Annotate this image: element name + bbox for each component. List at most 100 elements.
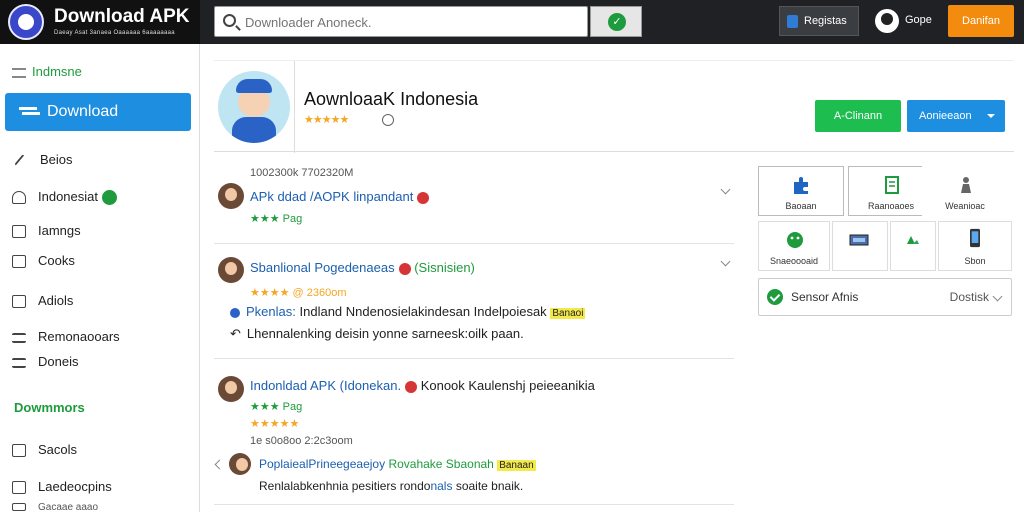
record-icon (417, 191, 430, 204)
post-title[interactable]: APk ddad /AOPK linpandant (250, 189, 430, 204)
sidebar-item-indonesiat[interactable]: Indonesiat (12, 189, 117, 206)
avatar[interactable] (218, 257, 244, 283)
search-button[interactable]: ✓ (590, 6, 642, 37)
avatar[interactable] (218, 183, 244, 209)
search-box[interactable] (214, 6, 588, 37)
sidebar-item-label: Iamngs (38, 223, 81, 238)
sidebar-item-doneis[interactable]: Doneis (12, 354, 78, 369)
status-value: Dostisk (949, 290, 989, 304)
download-label: Download (47, 103, 119, 120)
list-icon (12, 332, 26, 343)
sidebar-item-label: Cooks (38, 253, 75, 268)
user-avatar[interactable] (875, 9, 899, 33)
search-input[interactable] (245, 13, 575, 31)
options-dropdown-button[interactable]: Aonieeaon (907, 100, 1005, 132)
download-button[interactable]: Download (5, 93, 191, 131)
post-line-prefix: Pkenlas: (246, 304, 296, 319)
user-name[interactable]: Gope (905, 14, 932, 26)
tile-figure[interactable]: Weanioac (922, 166, 1008, 216)
sidebar-item-label: Remonaooars (38, 329, 120, 344)
tile-phone[interactable]: Sbon (938, 221, 1012, 271)
tile-puzzle[interactable]: Baoaan (758, 166, 844, 216)
pencil-icon (14, 154, 26, 167)
sidebar-item-sacols[interactable]: Sacols (12, 442, 77, 458)
tile-keyboard[interactable] (832, 221, 888, 271)
brand[interactable]: Download APK Daeay Asat 3anaea Oaaaaaa 6… (0, 0, 200, 44)
header-divider (294, 61, 295, 153)
post-rating: ★★★★ @ 2360om (250, 287, 347, 299)
divider (214, 358, 734, 359)
avatar[interactable] (229, 453, 251, 475)
sidebar-item-label: Beios (40, 152, 73, 167)
sidebar-item-label: Gacaae aaao (38, 502, 99, 513)
register-button[interactable]: Registas (779, 6, 859, 36)
chevron-left-icon[interactable] (214, 459, 225, 470)
cta-button[interactable]: Danifan (948, 5, 1014, 37)
sidebar-header-label: Indmsne (32, 64, 82, 79)
status-label: Sensor Afnis (791, 290, 859, 304)
highlight-badge: Banaoi (550, 308, 586, 319)
post-timestamp: 1e s0o8oo 2:2c3oom (250, 435, 353, 447)
app-logo-icon (8, 4, 44, 40)
globe-icon (230, 307, 240, 318)
check-circle-icon (767, 289, 783, 305)
tile-android[interactable]: Snaeoooaid (758, 221, 830, 271)
divider (214, 504, 734, 505)
sidebar-item-beios[interactable]: Beios (12, 152, 73, 167)
reply-title-text: PoplaiealPrineegeaejoy (259, 457, 386, 471)
post-tag: ★★★ Pag (250, 213, 303, 225)
puzzle-icon (794, 177, 808, 194)
sidebar-item-cooks[interactable]: Cooks (12, 253, 75, 269)
android-icon (787, 232, 803, 248)
post-title[interactable]: Sbanlional Pogedenaeas (Sisnisien) (250, 260, 475, 275)
post-timestamp: 1002300k 7702320M (250, 167, 354, 179)
sidebar-item-adiols[interactable]: Adiols (12, 293, 74, 309)
checkbox-icon (12, 255, 26, 269)
post-title-suffix: (Sisnisien) (414, 260, 475, 275)
status-dropdown[interactable]: Sensor Afnis Dostisk (758, 278, 1012, 316)
tile-label: Sbon (964, 256, 986, 266)
chat-icon (12, 444, 26, 458)
highlight-badge: Banaan (497, 460, 536, 471)
post-body-line: ↶ Lhennalenking deisin yonne sarneesk:oil… (230, 326, 524, 342)
chevron-down-icon (992, 291, 1003, 302)
list-icon (12, 357, 26, 368)
post-rating: ★★★★★ (250, 418, 300, 430)
tile-label: Snaeoooaid (769, 256, 819, 266)
sidebar-item-iamngs[interactable]: Iamngs (12, 223, 81, 239)
sidebar-item-label: Doneis (38, 354, 79, 369)
post-tag: ★★★ Pag (250, 401, 303, 413)
app-header: AownloaaK Indonesia ★★★★★ A-Clinann Aoni… (214, 60, 1014, 153)
avatar[interactable] (218, 376, 244, 402)
reply-icon: ↶ (230, 326, 241, 341)
reply-line-b: nals (430, 479, 453, 493)
sidebar-item-label: Adiols (38, 293, 74, 308)
sidebar-item-laedeocpins[interactable]: Laedeocpins (12, 479, 112, 495)
tile-recycle[interactable] (890, 221, 936, 271)
app-rating-stars: ★★★★★ (304, 114, 349, 126)
post-line-text: Lhennalenking deisin yonne sarneesk:oilk… (246, 326, 524, 341)
post-title[interactable]: Indonldad APK (Idonekan. Konook Kaulensh… (250, 378, 595, 393)
divider (214, 243, 734, 244)
chevron-down-icon[interactable] (720, 256, 731, 267)
lock-icon (12, 191, 26, 205)
sidebar-item-label: Indonesiat (38, 189, 98, 204)
window-icon (12, 295, 26, 309)
grid-icon (12, 503, 26, 512)
sidebar-item-remonaooars[interactable]: Remonaooars (12, 329, 120, 344)
record-icon (405, 380, 418, 393)
check-icon: ✓ (608, 13, 626, 31)
reply-body-line: Renlalabkenhnia pesitiers rondonals soai… (259, 479, 523, 493)
reply-title[interactable]: PoplaiealPrineegeaejoy Rovahake Sbaonah … (259, 457, 536, 471)
sidebar-header[interactable]: Indmsne (12, 64, 82, 79)
tile-label: Weanioac (945, 201, 985, 211)
phone-icon (970, 228, 980, 248)
recycle-icon (907, 236, 919, 244)
mascot-body (232, 117, 276, 143)
install-button[interactable]: A-Clinann (815, 100, 901, 132)
tile-label: Raanoaoes (867, 201, 915, 211)
reply-line-c: soaite bnaik. (455, 479, 524, 493)
sidebar-item-gacaae[interactable]: Gacaae aaao (12, 502, 98, 513)
chevron-down-icon[interactable] (720, 184, 731, 195)
brand-subtitle: Daeay Asat 3anaea Oaaaaaa 6aaaaaaaa (54, 30, 175, 36)
